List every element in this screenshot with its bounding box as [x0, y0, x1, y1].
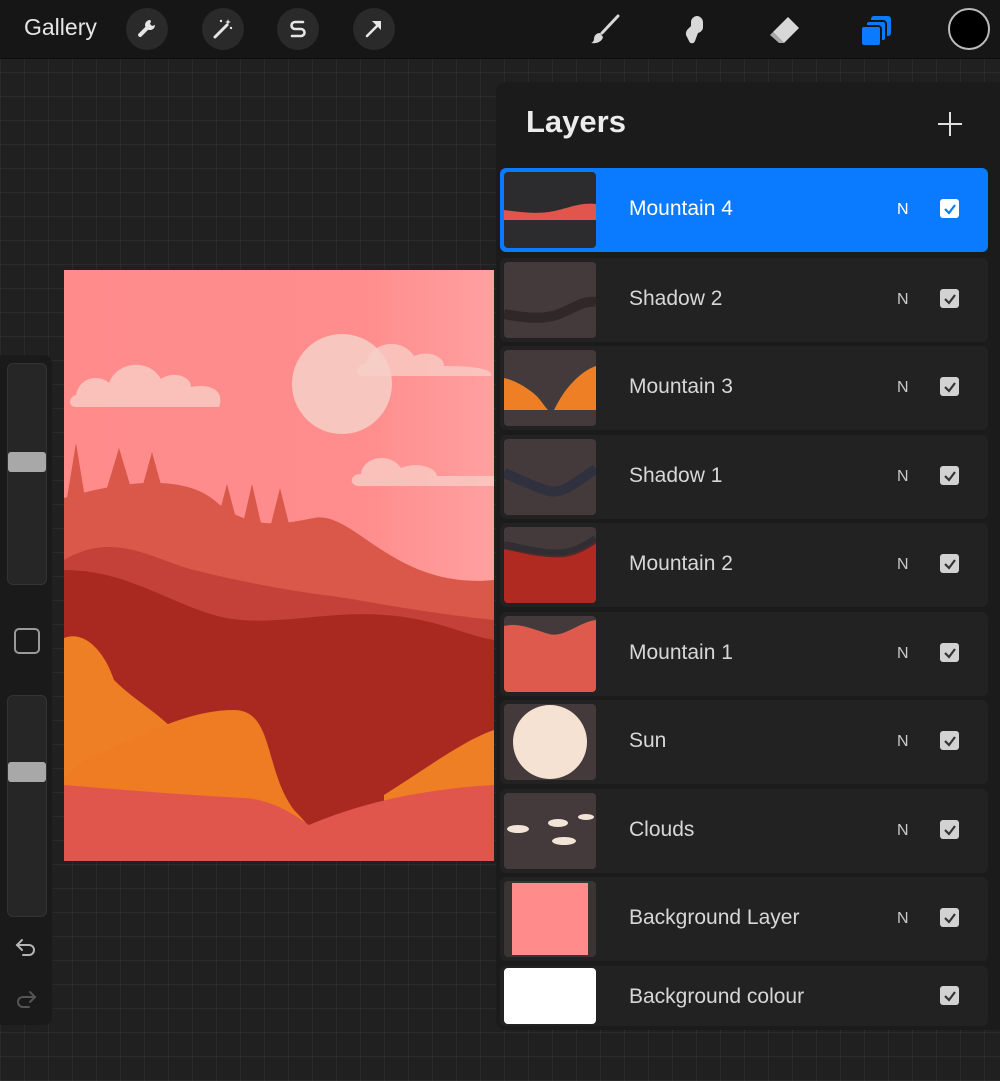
layers-panel: Layers Mountain 4 N Shadow 2 N Mountain …	[496, 82, 1000, 1030]
smudge-icon	[685, 16, 703, 44]
layer-name: Mountain 2	[629, 552, 733, 575]
selection-s-icon	[290, 20, 306, 38]
visibility-checkbox[interactable]	[940, 289, 959, 308]
layer-thumbnail	[504, 527, 596, 603]
layer-name: Background colour	[629, 985, 805, 1008]
plus-icon	[938, 112, 962, 136]
artwork-illustration	[64, 270, 494, 861]
check-icon	[943, 912, 956, 924]
layer-thumbnail	[504, 350, 596, 426]
check-icon	[943, 470, 956, 482]
layer-thumbnail	[504, 439, 596, 515]
blend-mode-button[interactable]: N	[897, 556, 909, 574]
gallery-button[interactable]: Gallery	[24, 14, 97, 41]
smudge-button[interactable]	[672, 8, 716, 52]
visibility-checkbox[interactable]	[940, 986, 959, 1005]
modify-square-icon[interactable]	[14, 628, 40, 654]
layer-row-mountain-4[interactable]: Mountain 4 N	[500, 168, 988, 252]
brush-size-slider[interactable]	[7, 363, 47, 585]
check-icon	[943, 647, 956, 659]
layers-icon	[860, 16, 891, 47]
layers-title: Layers	[526, 104, 626, 139]
wrench-icon	[138, 20, 156, 37]
transform-button[interactable]	[353, 8, 395, 50]
check-icon	[943, 824, 956, 836]
redo-icon[interactable]	[14, 989, 38, 1009]
paint-brush-button[interactable]	[583, 8, 627, 52]
blend-mode-button[interactable]: N	[897, 291, 909, 309]
sun	[292, 334, 392, 434]
visibility-checkbox[interactable]	[940, 466, 959, 485]
adjustments-button[interactable]	[202, 8, 244, 50]
check-icon	[943, 990, 956, 1002]
visibility-checkbox[interactable]	[940, 820, 959, 839]
layer-thumbnail	[504, 616, 596, 692]
add-layer-button[interactable]	[932, 106, 968, 142]
check-icon	[943, 558, 956, 570]
blend-mode-button[interactable]: N	[897, 379, 909, 397]
opacity-slider[interactable]	[7, 695, 47, 917]
blend-mode-button[interactable]: N	[897, 733, 909, 751]
layer-name: Background Layer	[629, 906, 800, 929]
eraser-button[interactable]	[763, 8, 807, 52]
check-icon	[943, 293, 956, 305]
layer-row-sun[interactable]: Sun N	[500, 700, 988, 784]
visibility-checkbox[interactable]	[940, 731, 959, 750]
artwork-canvas[interactable]	[64, 270, 494, 861]
layer-thumbnail	[504, 704, 596, 780]
layer-row-mountain-3[interactable]: Mountain 3 N	[500, 346, 988, 430]
layer-row-mountain-2[interactable]: Mountain 2 N	[500, 523, 988, 607]
layer-name: Clouds	[629, 818, 695, 841]
top-toolbar: Gallery	[0, 0, 1000, 59]
actions-button[interactable]	[126, 8, 168, 50]
visibility-checkbox[interactable]	[940, 643, 959, 662]
blend-mode-button[interactable]: N	[897, 822, 909, 840]
layer-thumbnail	[504, 262, 596, 338]
color-picker-button[interactable]	[948, 8, 990, 50]
eraser-icon	[770, 17, 799, 43]
layer-row-shadow-2[interactable]: Shadow 2 N	[500, 258, 988, 342]
layer-thumbnail	[504, 968, 596, 1024]
blend-mode-button[interactable]: N	[897, 910, 909, 928]
layer-thumbnail	[504, 793, 596, 869]
selection-button[interactable]	[277, 8, 319, 50]
arrow-transform-icon	[365, 21, 381, 38]
check-icon	[943, 203, 956, 215]
layer-name: Mountain 4	[629, 197, 733, 220]
layer-row-background-layer[interactable]: Background Layer N	[500, 877, 988, 961]
blend-mode-button[interactable]: N	[897, 468, 909, 486]
blend-mode-button[interactable]: N	[897, 201, 909, 219]
visibility-checkbox[interactable]	[940, 908, 959, 927]
check-icon	[943, 735, 956, 747]
blend-mode-button[interactable]: N	[897, 645, 909, 663]
visibility-checkbox[interactable]	[940, 554, 959, 573]
layer-row-mountain-1[interactable]: Mountain 1 N	[500, 612, 988, 696]
layer-thumbnail	[504, 172, 596, 248]
layer-name: Mountain 1	[629, 641, 733, 664]
layer-name: Sun	[629, 729, 667, 752]
undo-icon[interactable]	[14, 937, 38, 957]
layers-button[interactable]	[855, 8, 899, 52]
check-icon	[943, 381, 956, 393]
layer-thumbnail	[504, 881, 596, 957]
brush-icon	[591, 14, 620, 44]
visibility-checkbox[interactable]	[940, 377, 959, 396]
layer-name: Mountain 3	[629, 375, 733, 398]
layer-row-clouds[interactable]: Clouds N	[500, 789, 988, 873]
layer-name: Shadow 2	[629, 287, 723, 310]
layer-name: Shadow 1	[629, 464, 723, 487]
opacity-handle[interactable]	[8, 762, 46, 782]
visibility-checkbox[interactable]	[940, 199, 959, 218]
left-sidebar	[0, 355, 52, 1025]
brush-size-handle[interactable]	[8, 452, 46, 472]
magic-wand-icon	[213, 19, 233, 39]
layer-row-background-colour[interactable]: Background colour	[500, 966, 988, 1026]
layer-row-shadow-1[interactable]: Shadow 1 N	[500, 435, 988, 519]
